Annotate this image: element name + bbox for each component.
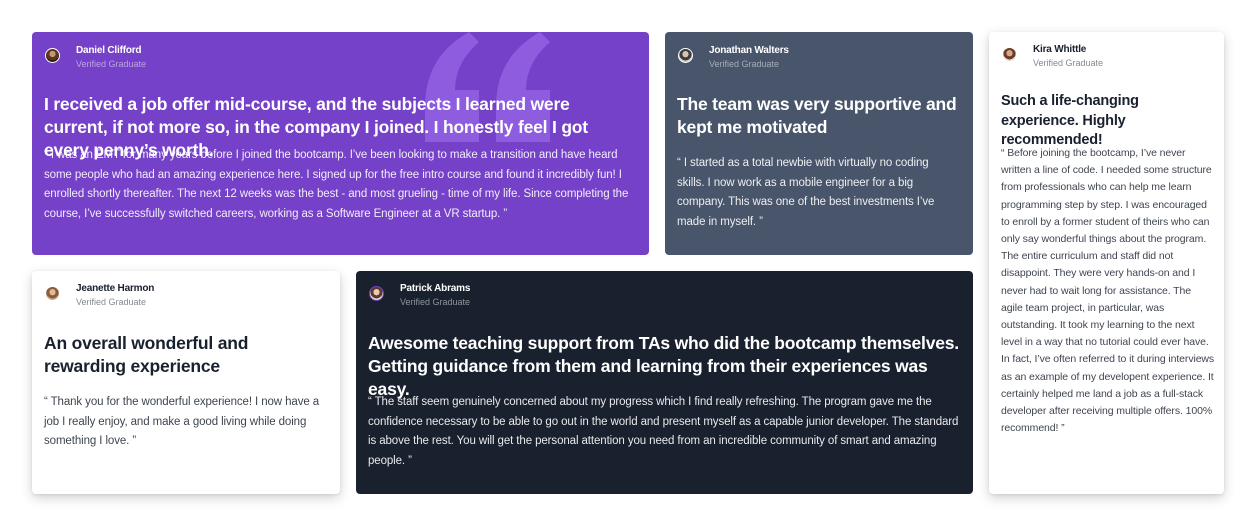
testimonial-card-jonathan: Jonathan Walters Verified Graduate The t… xyxy=(665,32,973,255)
author-name: Jeanette Harmon xyxy=(76,283,155,294)
avatar xyxy=(369,286,384,301)
author-info: Jeanette Harmon Verified Graduate xyxy=(45,283,154,309)
testimonial-quote: “ Before joining the bootcamp, I’ve neve… xyxy=(1001,147,1215,435)
testimonial-headline: The team was very supportive and kept me… xyxy=(677,94,957,137)
testimonial-quote: “ The staff seem genuinely concerned abo… xyxy=(368,396,959,467)
author-name: Kira Whittle xyxy=(1033,44,1087,55)
author-info: Kira Whittle Verified Graduate xyxy=(1002,44,1103,70)
testimonial-quote: “ Thank you for the wonderful experience… xyxy=(44,396,320,447)
testimonial-card-daniel: Daniel Clifford Verified Graduate I rece… xyxy=(32,32,649,255)
author-info: Jonathan Walters Verified Graduate xyxy=(678,45,789,71)
author-role: Verified Graduate xyxy=(1033,58,1104,68)
testimonial-card-kira: Kira Whittle Verified Graduate Such a li… xyxy=(989,32,1224,494)
author-role: Verified Graduate xyxy=(76,59,147,69)
testimonial-card-patrick: Patrick Abrams Verified Graduate Awesome… xyxy=(356,271,973,494)
testimonial-headline: Awesome teaching support from TAs who di… xyxy=(368,333,959,399)
author-role: Verified Graduate xyxy=(400,297,471,307)
testimonial-headline: An overall wonderful and rewarding exper… xyxy=(44,333,249,376)
avatar xyxy=(45,48,60,63)
testimonial-quote: “ I was an EMT for many years before I j… xyxy=(44,149,629,220)
avatar xyxy=(678,48,693,63)
author-info: Patrick Abrams Verified Graduate xyxy=(369,283,470,309)
author-name: Jonathan Walters xyxy=(709,45,789,56)
testimonial-quote: “ I started as a total newbie with virtu… xyxy=(677,157,935,228)
author-role: Verified Graduate xyxy=(709,59,780,69)
author-info: Daniel Clifford Verified Graduate xyxy=(45,45,146,71)
author-name: Patrick Abrams xyxy=(400,283,471,294)
author-role: Verified Graduate xyxy=(76,297,147,307)
avatar xyxy=(45,286,60,301)
avatar xyxy=(1002,47,1017,62)
testimonial-card-jeanette: Jeanette Harmon Verified Graduate An ove… xyxy=(32,271,340,494)
testimonial-headline: Such a life-changing experience. Highly … xyxy=(1001,93,1139,148)
author-name: Daniel Clifford xyxy=(76,45,142,56)
